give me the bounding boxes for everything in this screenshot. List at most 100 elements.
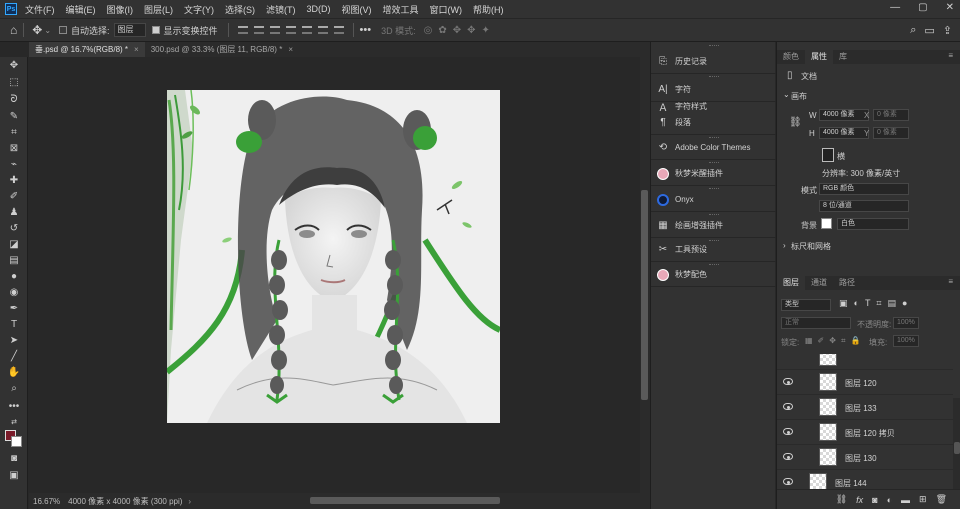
gradient-tool-icon[interactable]: ▤	[7, 255, 21, 267]
panel-paragraph[interactable]: ¶ 段落	[651, 111, 776, 135]
layer-name[interactable]: 图层 130	[845, 453, 877, 464]
opacity-field[interactable]: 100%	[893, 317, 919, 329]
group-icon[interactable]: ▬	[901, 495, 910, 505]
quick-select-tool-icon[interactable]: ✎	[7, 111, 21, 123]
close-icon[interactable]: ×	[288, 45, 293, 54]
vertical-scrollbar[interactable]	[640, 57, 650, 493]
fill-field[interactable]: 100%	[893, 335, 919, 347]
x-field[interactable]: 0 像素	[873, 109, 909, 121]
layer-row[interactable]: 图层 130	[777, 444, 953, 469]
lock-icons[interactable]: ▦✐✥⌗🔒	[805, 336, 865, 346]
lasso-tool-icon[interactable]: ᘐ	[7, 94, 21, 106]
layer-name[interactable]: 图层 120	[845, 378, 877, 389]
workspace-icon[interactable]: ▭	[924, 24, 934, 37]
zoom-tool-icon[interactable]: ⌕	[7, 383, 21, 395]
menu-view[interactable]: 视图(V)	[342, 3, 372, 16]
menu-edit[interactable]: 编辑(E)	[66, 3, 96, 16]
eraser-tool-icon[interactable]: ◪	[7, 239, 21, 251]
menu-layer[interactable]: 图层(L)	[144, 3, 173, 16]
width-field[interactable]: 4000 像素	[819, 109, 869, 121]
home-icon[interactable]: ⌂	[10, 23, 17, 37]
tab-layers[interactable]: 图层	[777, 276, 805, 290]
eyedropper-tool-icon[interactable]: ⌁	[7, 159, 21, 171]
eye-icon[interactable]	[783, 478, 793, 485]
canvas-section-title[interactable]: 画布	[791, 91, 807, 102]
brush-tool-icon[interactable]: ✐	[7, 191, 21, 203]
align-right-icon[interactable]	[317, 26, 328, 34]
bit-depth-dropdown[interactable]: 8 位/通道	[819, 200, 909, 212]
chevron-down-icon[interactable]: ⌄	[44, 26, 51, 35]
layer-row[interactable]: 图层 120 拷贝	[777, 419, 953, 444]
menu-image[interactable]: 图像(I)	[107, 3, 134, 16]
background-dropdown[interactable]: 白色	[837, 218, 909, 230]
panel-tool-presets[interactable]: ✂ 工具预设	[651, 238, 776, 262]
layer-row[interactable]: 图层 144	[777, 469, 953, 489]
more-options-icon[interactable]: •••	[360, 24, 372, 36]
canvas-area[interactable]	[29, 57, 640, 493]
minimize-icon[interactable]: —	[890, 2, 900, 13]
new-layer-icon[interactable]: ⊞	[919, 494, 927, 505]
pen-tool-icon[interactable]: ✒	[7, 303, 21, 315]
link-icon[interactable]: ⛓	[789, 117, 802, 128]
menu-help[interactable]: 帮助(H)	[473, 3, 504, 16]
layer-name[interactable]: 图层 133	[845, 403, 877, 414]
delete-icon[interactable]: 🗑	[936, 494, 947, 505]
layer-row[interactable]: 图层 133	[777, 394, 953, 419]
tab-paths[interactable]: 路径	[833, 276, 861, 290]
mask-icon[interactable]: ◙	[872, 495, 877, 505]
chevron-down-icon[interactable]: ⌄	[783, 90, 790, 99]
tab-libraries[interactable]: 库	[833, 50, 853, 64]
height-field[interactable]: 4000 像素	[819, 127, 869, 139]
chevron-right-icon[interactable]: ›	[783, 241, 786, 250]
scrollbar-thumb[interactable]	[954, 442, 960, 454]
dodge-tool-icon[interactable]: ◉	[7, 287, 21, 299]
eye-icon[interactable]	[783, 403, 793, 410]
align-middle-icon[interactable]	[253, 26, 264, 34]
panel-history[interactable]: ⎘ 历史记录	[651, 50, 776, 74]
panel-plugin-1[interactable]: 秋梦米醒插件	[651, 162, 776, 186]
menu-filter[interactable]: 滤镜(T)	[266, 3, 296, 16]
clone-stamp-icon[interactable]: ♟	[7, 207, 21, 219]
adjustment-icon[interactable]: ◐	[887, 495, 892, 505]
panel-menu-icon[interactable]: ≡	[948, 51, 953, 60]
tab-color[interactable]: 颜色	[777, 50, 805, 64]
show-transform-checkbox[interactable]	[151, 26, 160, 34]
panel-adobe-color-themes[interactable]: ⟲ Adobe Color Themes	[651, 136, 776, 160]
y-field[interactable]: 0 像素	[873, 127, 909, 139]
auto-select-dropdown[interactable]: 图层	[113, 23, 146, 37]
history-brush-icon[interactable]: ↺	[7, 223, 21, 235]
tab-channels[interactable]: 通道	[805, 276, 833, 290]
move-tool-icon[interactable]: ✥	[32, 23, 42, 37]
panel-grip[interactable]	[709, 45, 719, 47]
horizontal-scrollbar-thumb[interactable]	[310, 497, 500, 504]
crop-tool-icon[interactable]: ⌗	[7, 127, 21, 139]
align-bottom-icon[interactable]	[269, 26, 280, 34]
menu-window[interactable]: 窗口(W)	[430, 3, 463, 16]
zoom-level[interactable]: 16.67%	[33, 497, 60, 506]
move-tool-icon[interactable]: ✥	[7, 60, 21, 72]
background-color-swatch[interactable]	[821, 218, 832, 229]
align-left-icon[interactable]	[285, 26, 296, 34]
healing-brush-icon[interactable]: ✚	[7, 175, 21, 187]
layer-filter-dropdown[interactable]: 类型	[781, 299, 831, 311]
close-icon[interactable]: ×	[134, 45, 139, 54]
menu-select[interactable]: 选择(S)	[225, 3, 255, 16]
type-tool-icon[interactable]: T	[7, 319, 21, 331]
screen-mode-icon[interactable]: ▣	[7, 470, 21, 482]
more-tools-icon[interactable]: •••	[7, 401, 21, 413]
line-tool-icon[interactable]: ╱	[7, 351, 21, 363]
align-top-icon[interactable]	[237, 26, 248, 34]
layer-name[interactable]: 图层 144	[835, 478, 867, 489]
rulers-grid-section-title[interactable]: 标尺和网格	[791, 241, 831, 252]
panel-onyx[interactable]: Onyx	[651, 188, 776, 212]
close-icon[interactable]: ✕	[946, 2, 954, 13]
eye-icon[interactable]	[783, 453, 793, 460]
layer-filter-icons[interactable]: ▣◐T⌗▤●	[839, 298, 913, 309]
document-canvas[interactable]	[167, 90, 500, 423]
tab-document-1[interactable]: 垂.psd @ 16.7%(RGB/8) * ×	[29, 42, 145, 57]
blur-tool-icon[interactable]: ●	[7, 271, 21, 283]
background-color-swatch[interactable]	[11, 436, 22, 447]
quick-mask-icon[interactable]: ◙	[7, 453, 21, 465]
share-icon[interactable]: ⇪	[943, 24, 952, 37]
auto-select-checkbox[interactable]	[59, 26, 68, 34]
